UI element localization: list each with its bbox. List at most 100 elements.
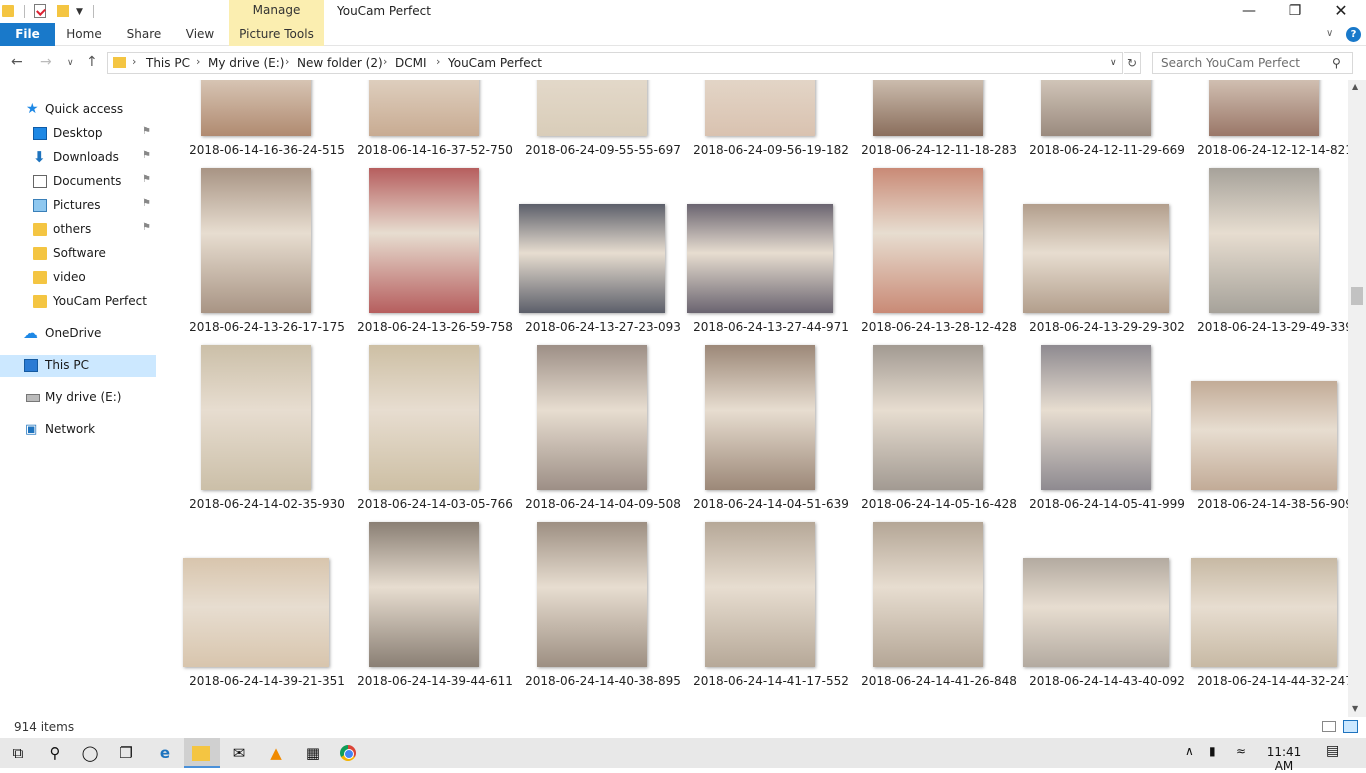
file-tile[interactable]: 2018-06-24-09-55-55-697 xyxy=(519,80,687,158)
file-tile[interactable]: 2018-06-24-12-11-18-283 xyxy=(855,80,1023,158)
details-view-icon[interactable] xyxy=(1322,721,1336,732)
file-tile[interactable]: 2018-06-24-12-12-14-821 xyxy=(1191,80,1348,158)
tab-share[interactable]: Share xyxy=(118,23,170,46)
nav-onedrive[interactable]: ☁ OneDrive xyxy=(0,323,156,345)
file-name-label: 2018-06-24-14-43-40-092 xyxy=(1029,674,1185,688)
photo-thumbnail xyxy=(537,80,647,136)
breadcrumb-new-folder[interactable]: New folder (2) xyxy=(297,56,383,70)
properties-icon[interactable] xyxy=(34,4,46,18)
file-tile[interactable]: 2018-06-24-14-39-44-611 xyxy=(351,512,519,689)
close-button[interactable]: ✕ xyxy=(1318,0,1364,23)
file-tile[interactable]: 2018-06-24-14-04-09-508 xyxy=(519,335,687,512)
refresh-icon[interactable]: ↻ xyxy=(1124,52,1141,74)
nav-item[interactable]: others ⚑ xyxy=(0,219,156,241)
scroll-down-icon[interactable]: ▼ xyxy=(1352,704,1358,713)
forward-arrow-icon[interactable]: → xyxy=(40,54,52,70)
restore-button[interactable]: ❐ xyxy=(1272,0,1318,23)
photos-icon[interactable]: ▦ xyxy=(303,743,323,763)
file-tile[interactable]: 2018-06-24-13-29-29-302 xyxy=(1023,158,1191,335)
tab-home[interactable]: Home xyxy=(58,23,110,46)
breadcrumb-separator[interactable]: › xyxy=(132,55,136,68)
file-tile[interactable]: 2018-06-24-13-27-23-093 xyxy=(519,158,687,335)
nav-my-drive[interactable]: My drive (E:) xyxy=(0,387,156,409)
file-tile[interactable]: 2018-06-24-14-03-05-766 xyxy=(351,335,519,512)
file-tile[interactable]: 2018-06-24-14-05-41-999 xyxy=(1023,335,1191,512)
file-tile[interactable]: 2018-06-24-13-27-44-971 xyxy=(687,158,855,335)
file-tile[interactable]: 2018-06-24-14-43-40-092 xyxy=(1023,512,1191,689)
breadcrumb-separator[interactable]: › xyxy=(383,55,387,68)
large-icons-view-icon[interactable] xyxy=(1343,720,1358,733)
address-bar[interactable]: › This PC › My drive (E:) › New folder (… xyxy=(107,52,1123,74)
address-dropdown-icon[interactable]: ∨ xyxy=(1110,58,1117,68)
nav-network[interactable]: ▣ Network xyxy=(0,419,156,441)
breadcrumb-dcmi[interactable]: DCMI xyxy=(395,56,427,70)
scroll-up-icon[interactable]: ▲ xyxy=(1352,82,1358,91)
file-tile[interactable]: 2018-06-24-14-40-38-895 xyxy=(519,512,687,689)
file-tile[interactable]: 2018-06-24-13-26-59-758 xyxy=(351,158,519,335)
up-arrow-icon[interactable]: ↑ xyxy=(86,54,98,70)
file-tile[interactable]: 2018-06-24-13-29-49-339 xyxy=(1191,158,1348,335)
clock[interactable]: 11:41 AM xyxy=(1256,745,1312,773)
expand-ribbon-icon[interactable]: ∨ xyxy=(1326,28,1333,39)
nav-quick-access[interactable]: ★ Quick access xyxy=(0,99,156,121)
action-center-icon[interactable]: ▤ xyxy=(1326,743,1339,759)
breadcrumb-this-pc[interactable]: This PC xyxy=(146,56,190,70)
nav-item[interactable]: Documents ⚑ xyxy=(0,171,156,193)
vertical-scrollbar[interactable]: ▲ ▼ xyxy=(1348,80,1366,717)
cortana-icon[interactable]: ◯ xyxy=(80,743,100,763)
nav-item[interactable]: ⬇ Downloads ⚑ xyxy=(0,147,156,169)
edge-browser-icon[interactable]: e xyxy=(155,743,175,763)
back-arrow-icon[interactable]: ← xyxy=(11,54,23,70)
nav-item[interactable]: Pictures ⚑ xyxy=(0,195,156,217)
file-tile[interactable]: 2018-06-24-13-26-17-175 xyxy=(183,158,351,335)
chrome-icon[interactable] xyxy=(340,745,356,761)
file-tile[interactable]: 2018-06-24-14-39-21-351 xyxy=(183,512,351,689)
windows-start-icon[interactable]: ⧉ xyxy=(8,743,28,763)
search-icon[interactable]: ⚲ xyxy=(1332,56,1341,70)
search-input[interactable]: Search YouCam Perfect xyxy=(1152,52,1353,74)
file-tile[interactable]: 2018-06-24-12-11-29-669 xyxy=(1023,80,1191,158)
file-tile[interactable]: 2018-06-24-14-02-35-930 xyxy=(183,335,351,512)
breadcrumb-my-drive[interactable]: My drive (E:) xyxy=(208,56,284,70)
minimize-button[interactable]: — xyxy=(1226,0,1272,23)
file-tile[interactable]: 2018-06-24-14-04-51-639 xyxy=(687,335,855,512)
breadcrumb-separator[interactable]: › xyxy=(436,55,440,68)
nav-item[interactable]: YouCam Perfect xyxy=(0,291,156,313)
new-folder-icon[interactable] xyxy=(57,5,69,17)
file-tile[interactable]: 2018-06-24-14-44-32-247 xyxy=(1191,512,1348,689)
scroll-thumb[interactable] xyxy=(1351,287,1363,305)
manage-context-tab[interactable]: Manage xyxy=(229,0,324,23)
breadcrumb-youcam-perfect[interactable]: YouCam Perfect xyxy=(448,56,542,70)
tab-picture-tools[interactable]: Picture Tools xyxy=(229,23,324,46)
nav-item[interactable]: video xyxy=(0,267,156,289)
tab-view[interactable]: View xyxy=(178,23,222,46)
vlc-icon[interactable]: ▲ xyxy=(266,743,286,763)
nav-this-pc[interactable]: This PC xyxy=(0,355,156,377)
file-tile[interactable]: 2018-06-24-14-41-26-848 xyxy=(855,512,1023,689)
mail-icon[interactable]: ✉ xyxy=(229,743,249,763)
file-tile[interactable]: 2018-06-24-09-56-19-182 xyxy=(687,80,855,158)
help-icon[interactable]: ? xyxy=(1346,27,1361,42)
file-tile[interactable]: 2018-06-24-14-05-16-428 xyxy=(855,335,1023,512)
battery-icon[interactable]: ▮ xyxy=(1209,744,1216,758)
file-tile[interactable]: 2018-06-14-16-36-24-515 xyxy=(183,80,351,158)
file-name-label: 2018-06-14-16-36-24-515 xyxy=(189,143,345,157)
file-tile[interactable]: 2018-06-24-13-28-12-428 xyxy=(855,158,1023,335)
wifi-icon[interactable]: ≈ xyxy=(1236,744,1246,758)
task-view-icon[interactable]: ❐ xyxy=(116,743,136,763)
nav-item[interactable]: Desktop ⚑ xyxy=(0,123,156,145)
file-tile[interactable]: 2018-06-14-16-37-52-750 xyxy=(351,80,519,158)
nav-item[interactable]: Software xyxy=(0,243,156,265)
tab-file[interactable]: File xyxy=(0,23,55,46)
file-explorer-icon[interactable] xyxy=(192,746,210,761)
folder-icon[interactable] xyxy=(2,5,14,17)
nav-label: Software xyxy=(53,246,106,260)
breadcrumb-separator[interactable]: › xyxy=(196,55,200,68)
search-icon[interactable]: ⚲ xyxy=(45,743,65,763)
customize-quick-access-icon[interactable]: ▼ xyxy=(76,7,83,17)
recent-locations-icon[interactable]: ∨ xyxy=(67,58,74,68)
file-tile[interactable]: 2018-06-24-14-38-56-909 xyxy=(1191,335,1348,512)
file-tile[interactable]: 2018-06-24-14-41-17-552 xyxy=(687,512,855,689)
breadcrumb-separator[interactable]: › xyxy=(285,55,289,68)
show-hidden-icons-icon[interactable]: ∧ xyxy=(1185,744,1194,758)
